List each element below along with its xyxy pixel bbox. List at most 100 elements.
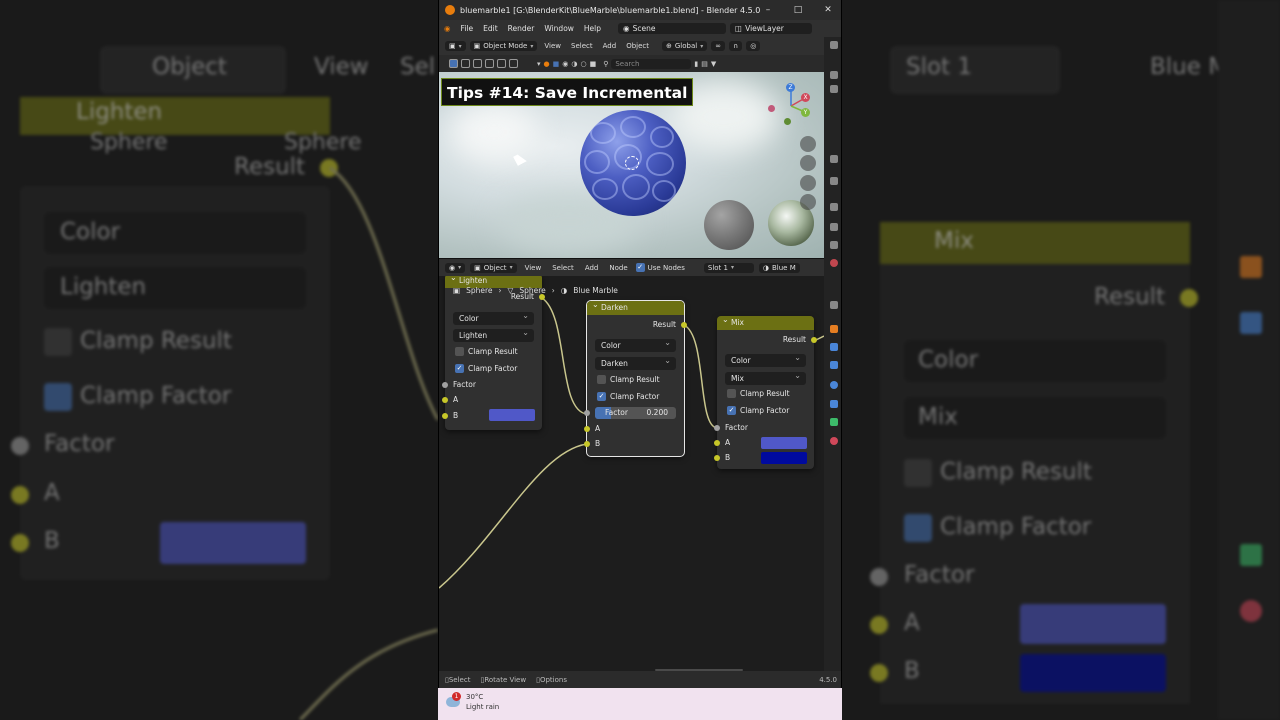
- checkbox-icon[interactable]: [455, 347, 464, 356]
- darken-clamp-result[interactable]: Clamp Result: [597, 375, 660, 384]
- scene-tab-icon[interactable]: [830, 223, 838, 231]
- bookmark-icon[interactable]: ▮: [694, 60, 698, 68]
- object-tab-icon[interactable]: [830, 325, 838, 333]
- menu-window[interactable]: Window: [539, 24, 579, 33]
- shading-rendered-icon[interactable]: ○: [580, 60, 586, 68]
- particles-tab-icon[interactable]: [830, 361, 838, 369]
- breadcrumb-mesh[interactable]: Sphere: [519, 286, 545, 295]
- data-tab-icon[interactable]: [830, 418, 838, 426]
- mode-dropdown[interactable]: ▣ Object Mode ▾: [469, 41, 538, 51]
- menu-edit[interactable]: Edit: [478, 24, 503, 33]
- checkbox-icon[interactable]: ✓: [727, 406, 736, 415]
- node-menu-node[interactable]: Node: [606, 264, 630, 272]
- maximize-button[interactable]: □: [783, 0, 813, 20]
- gizmo-x-axis[interactable]: X: [801, 93, 810, 102]
- viewport-menu-object[interactable]: Object: [623, 42, 652, 50]
- mix-node-header[interactable]: Mix: [717, 313, 814, 330]
- lighten-data-type-dropdown[interactable]: Color: [453, 309, 534, 325]
- viewport-menu-select[interactable]: Select: [568, 42, 596, 50]
- snap-toggle[interactable]: ∩: [729, 41, 743, 51]
- menu-file[interactable]: File: [456, 24, 479, 33]
- darken-factor-socket[interactable]: [584, 410, 590, 416]
- mix-data-type-dropdown[interactable]: Color: [725, 351, 806, 367]
- darken-node-header[interactable]: Darken: [587, 298, 684, 315]
- menu-help[interactable]: Help: [579, 24, 606, 33]
- material-tab-icon[interactable]: [830, 437, 838, 445]
- darken-factor-field[interactable]: Factor 0.200: [595, 407, 676, 419]
- darken-clamp-factor[interactable]: ✓ Clamp Factor: [597, 392, 659, 401]
- darken-b-socket[interactable]: [584, 441, 590, 447]
- checkbox-icon[interactable]: [597, 375, 606, 384]
- select-box-icon[interactable]: [461, 59, 470, 68]
- viewport-menu-add[interactable]: Add: [600, 42, 620, 50]
- select-subtract-icon[interactable]: [485, 59, 494, 68]
- overlay-icon[interactable]: ●: [544, 60, 550, 68]
- lighten-clamp-result[interactable]: Clamp Result: [455, 347, 518, 356]
- lighten-clamp-factor[interactable]: ✓ Clamp Factor: [455, 364, 517, 373]
- lighten-factor-socket[interactable]: [442, 382, 448, 388]
- material-selector[interactable]: ◑ Blue M: [758, 262, 800, 273]
- render-tab-icon[interactable]: [830, 71, 838, 79]
- lighten-b-color-swatch[interactable]: [489, 409, 535, 421]
- gizmo-neg-y-axis[interactable]: [784, 118, 791, 125]
- mix-clamp-result[interactable]: Clamp Result: [727, 389, 790, 398]
- output-tab-icon[interactable]: [830, 85, 838, 93]
- grid-perspective-icon[interactable]: [800, 194, 816, 210]
- item-tab-icon[interactable]: [830, 155, 838, 163]
- mix-factor-socket[interactable]: [714, 425, 720, 431]
- tool-tab-icon[interactable]: [830, 41, 838, 49]
- darken-a-socket[interactable]: [584, 426, 590, 432]
- search-input[interactable]: Search: [611, 58, 692, 69]
- darken-data-type-dropdown[interactable]: Color: [595, 336, 676, 352]
- view-options-icon[interactable]: ▤: [701, 60, 708, 68]
- collection-tab-icon[interactable]: [830, 301, 838, 309]
- 3d-viewport[interactable]: Tips #14: Save Incremental Z X Y: [439, 72, 824, 258]
- use-nodes-toggle[interactable]: ✓ Use Nodes: [635, 263, 685, 272]
- gizmo-z-axis[interactable]: Z: [786, 83, 795, 92]
- checkbox-icon[interactable]: ✓: [455, 364, 464, 373]
- checkbox-icon[interactable]: ✓: [597, 392, 606, 401]
- lighten-blend-dropdown[interactable]: Lighten: [453, 326, 534, 342]
- select-extend-icon[interactable]: [473, 59, 482, 68]
- pivot-dropdown[interactable]: ∞: [711, 41, 726, 51]
- slot-dropdown[interactable]: Slot 1 ▾: [703, 262, 754, 273]
- hand-pan-icon[interactable]: [800, 155, 816, 171]
- gizmo-y-axis[interactable]: Y: [801, 108, 810, 117]
- node-menu-select[interactable]: Select: [549, 264, 577, 272]
- shading-wire-icon[interactable]: ◉: [562, 60, 568, 68]
- visibility-icon[interactable]: ▾: [537, 60, 541, 68]
- physics-tab-icon[interactable]: [830, 381, 838, 389]
- world-tab-icon[interactable]: [830, 241, 838, 249]
- darken-result-socket[interactable]: [681, 322, 687, 328]
- lighten-a-socket[interactable]: [442, 397, 448, 403]
- filter-icon[interactable]: ▼: [711, 60, 716, 68]
- mix-node[interactable]: Mix Result Color Mix Clamp Result ✓Clamp…: [714, 313, 817, 469]
- breadcrumb-object[interactable]: Sphere: [466, 286, 492, 295]
- darken-blend-dropdown[interactable]: Darken: [595, 354, 676, 370]
- checkbox-icon[interactable]: [727, 389, 736, 398]
- camera-view-icon[interactable]: [800, 175, 816, 191]
- weather-widget[interactable]: 1 30°C Light rain: [446, 692, 499, 712]
- menu-render[interactable]: Render: [503, 24, 540, 33]
- zoom-icon[interactable]: [800, 136, 816, 152]
- mix-clamp-factor[interactable]: ✓ Clamp Factor: [727, 406, 789, 415]
- node-menu-add[interactable]: Add: [582, 264, 602, 272]
- world-sphere-tab-icon[interactable]: [830, 259, 838, 267]
- mix-b-color-swatch[interactable]: [761, 452, 807, 464]
- close-button[interactable]: ✕: [813, 0, 841, 20]
- proportional-toggle[interactable]: ◎: [746, 41, 761, 51]
- lighten-node[interactable]: Lighten Result Color Lighten Clamp Resul…: [442, 276, 545, 430]
- select-invert-icon[interactable]: [497, 59, 506, 68]
- blender-menu-icon[interactable]: ◉: [439, 24, 456, 33]
- view-layer-tab-icon[interactable]: [830, 203, 838, 211]
- use-nodes-checkbox[interactable]: ✓: [635, 263, 645, 272]
- scene-selector[interactable]: ◉ Scene: [618, 23, 727, 34]
- constraints-tab-icon[interactable]: [830, 400, 838, 408]
- view-layer-selector[interactable]: ◫ ViewLayer: [730, 23, 813, 34]
- mix-a-socket[interactable]: [714, 440, 720, 446]
- editor-type-3d-button[interactable]: ▣ ▾: [445, 41, 466, 51]
- tool-settings-tab-icon[interactable]: [830, 177, 838, 185]
- minimize-button[interactable]: –: [753, 0, 783, 20]
- darken-node[interactable]: Darken Result Color Darken Clamp Result …: [584, 298, 687, 457]
- mix-result-socket[interactable]: [811, 337, 817, 343]
